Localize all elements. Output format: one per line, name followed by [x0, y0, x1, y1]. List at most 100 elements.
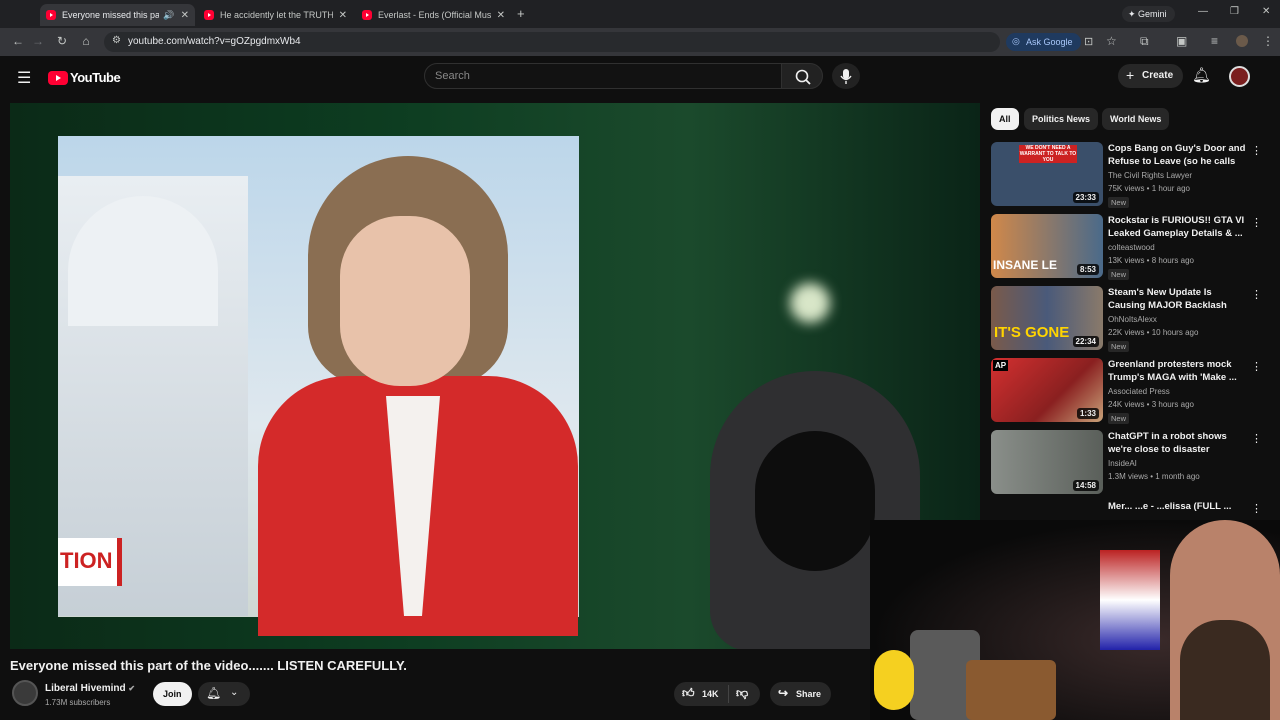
browser-tab-active[interactable]: Everyone missed this part o 🔊 ✕: [40, 4, 195, 26]
extensions-icon[interactable]: ⧉: [1140, 34, 1149, 49]
subscription-bell-button[interactable]: 🔔︎ ⌄: [198, 682, 250, 706]
close-tab-icon[interactable]: ✕: [181, 10, 189, 21]
voice-search-button[interactable]: [832, 63, 860, 89]
bookmark-star-icon[interactable]: ☆: [1106, 34, 1117, 48]
browser-tab[interactable]: Everlast - Ends (Official Music V ✕: [356, 4, 511, 26]
channel-name[interactable]: Liberal Hivemind ✔: [45, 683, 135, 694]
recommended-meta: 13K views • 8 hours ago: [1108, 256, 1194, 265]
tab-title: Everlast - Ends (Official Music V: [378, 10, 491, 20]
streamer-beard: [1180, 620, 1270, 720]
recommended-title[interactable]: Rockstar is FURIOUS!! GTA VI Leaked Game…: [1108, 214, 1248, 240]
reload-icon[interactable]: ↻: [54, 34, 70, 48]
browser-tab-strip: Everyone missed this part o 🔊 ✕ He accid…: [0, 0, 1280, 28]
recommended-title[interactable]: Steam's New Update Is Causing MAJOR Back…: [1108, 286, 1248, 312]
gemini-label: Gemini: [1138, 9, 1167, 19]
verified-icon: ✔: [128, 684, 136, 693]
browser-menu-icon[interactable]: ⋮: [1262, 34, 1274, 48]
notifications-bell-icon[interactable]: 🔔︎: [1192, 66, 1211, 84]
recommended-channel[interactable]: The Civil Rights Lawyer: [1108, 171, 1192, 180]
more-actions-icon[interactable]: ⋮: [1251, 144, 1262, 157]
like-dislike-group: 👍︎ 14K 👎︎: [674, 682, 760, 706]
youtube-logo[interactable]: YouTube: [48, 70, 121, 85]
share-label: Share: [796, 689, 822, 699]
minimize-icon[interactable]: —: [1198, 6, 1208, 17]
recommended-channel[interactable]: InsideAI: [1108, 459, 1137, 468]
recommended-video[interactable]: AP 1:33 Greenland protesters mock Trump's…: [991, 358, 1262, 424]
video-duration: 8:53: [1076, 264, 1099, 275]
speaker-icon[interactable]: 🔊: [163, 10, 174, 21]
back-icon[interactable]: ←: [10, 34, 26, 48]
share-button[interactable]: ↪ Share: [770, 682, 832, 706]
join-button[interactable]: Join: [153, 682, 192, 706]
media-control-icon[interactable]: ≡: [1211, 34, 1218, 48]
background-light: [790, 283, 830, 323]
video-thumbnail[interactable]: AP 1:33: [991, 358, 1103, 422]
ask-google-label: Ask Google: [1026, 37, 1073, 47]
channel-avatar[interactable]: [12, 680, 38, 706]
webcam-overlay: [870, 500, 1280, 720]
video-thumbnail[interactable]: WE DON'T NEED A WARRANT TO TALK TO YOU 23…: [991, 142, 1103, 206]
gemini-icon: ✦: [1128, 9, 1139, 19]
recommended-channel[interactable]: Associated Press: [1108, 387, 1170, 396]
recommended-meta: 1.3M views • 1 month ago: [1108, 472, 1200, 481]
account-avatar[interactable]: [1229, 66, 1250, 87]
thumbs-up-icon[interactable]: 👍︎: [682, 686, 695, 701]
like-count[interactable]: 14K: [702, 689, 719, 699]
video-player[interactable]: TION: [10, 103, 980, 649]
close-tab-icon[interactable]: ✕: [497, 10, 505, 21]
home-icon[interactable]: ⌂: [78, 34, 94, 48]
youtube-wordmark: YouTube: [70, 70, 121, 85]
video-thumbnail[interactable]: IT'S GONE 22:34: [991, 286, 1103, 350]
recommended-channel[interactable]: OhNoItsAlexx: [1108, 315, 1157, 324]
maximize-icon[interactable]: ❐: [1230, 6, 1239, 17]
video-thumbnail[interactable]: 14:58: [991, 430, 1103, 494]
recommended-meta: 24K views • 3 hours ago: [1108, 400, 1194, 409]
channel-name-text: Liberal Hivemind: [45, 683, 126, 694]
ask-google-button[interactable]: ◎ Ask Google: [1006, 33, 1081, 51]
more-actions-icon[interactable]: ⋮: [1251, 288, 1262, 301]
chip-politics-news[interactable]: Politics News: [1024, 108, 1099, 130]
search-icon: [795, 69, 811, 85]
profile-avatar[interactable]: [1236, 35, 1248, 47]
address-bar[interactable]: ⚙ youtube.com/watch?v=gOZpgdmxWb4: [104, 32, 1000, 52]
side-panel-icon[interactable]: ▣: [1176, 34, 1187, 48]
new-badge: New: [1108, 341, 1130, 352]
recommended-video[interactable]: 14:58 ChatGPT in a robot shows we're clo…: [991, 430, 1262, 494]
hamburger-menu-icon[interactable]: ☰: [17, 68, 31, 88]
recommended-video[interactable]: WE DON'T NEED A WARRANT TO TALK TO YOU 23…: [991, 142, 1262, 208]
chip-all[interactable]: All: [991, 108, 1019, 130]
tab-title: He accidently let the TRUTH SL: [220, 10, 333, 20]
install-app-icon[interactable]: ⊡: [1084, 35, 1093, 48]
gemini-button[interactable]: ✦ Gemini: [1122, 6, 1175, 22]
radio: [966, 660, 1056, 720]
thumbnail-caption: INSANE LE: [993, 258, 1058, 272]
create-button[interactable]: + Create: [1118, 64, 1184, 88]
forward-icon[interactable]: →: [30, 34, 46, 48]
video-duration: 1:33: [1076, 408, 1099, 419]
rubber-duck: [874, 650, 914, 710]
youtube-favicon-icon: [46, 10, 56, 20]
more-actions-icon[interactable]: ⋮: [1251, 432, 1262, 445]
search-button[interactable]: [781, 63, 823, 89]
flag: [1100, 550, 1160, 650]
more-actions-icon[interactable]: ⋮: [1251, 360, 1262, 373]
close-window-icon[interactable]: ✕: [1262, 6, 1270, 17]
chip-world-news[interactable]: World News: [1102, 108, 1170, 130]
recommended-video[interactable]: IT'S GONE 22:34 Steam's New Update Is Cau…: [991, 286, 1262, 352]
search-input[interactable]: Search: [424, 63, 782, 89]
recommended-title[interactable]: Greenland protesters mock Trump's MAGA w…: [1108, 358, 1248, 384]
video-thumbnail[interactable]: INSANE LE 8:53: [991, 214, 1103, 278]
more-actions-icon[interactable]: ⋮: [1251, 216, 1262, 229]
divider: [728, 685, 729, 703]
site-info-icon[interactable]: ⚙: [112, 35, 121, 46]
thumbs-down-icon[interactable]: 👎︎: [736, 686, 748, 701]
recommended-title[interactable]: Cops Bang on Guy's Door and Refuse to Le…: [1108, 142, 1248, 168]
new-badge: New: [1108, 413, 1130, 424]
close-tab-icon[interactable]: ✕: [339, 10, 347, 21]
recommended-title[interactable]: ChatGPT in a robot shows we're close to …: [1108, 430, 1248, 456]
recommended-video[interactable]: INSANE LE 8:53 Rockstar is FURIOUS!! GTA …: [991, 214, 1262, 280]
share-arrow-icon: ↪: [778, 686, 789, 700]
recommended-channel[interactable]: colteastwood: [1108, 243, 1155, 252]
browser-tab[interactable]: He accidently let the TRUTH SL ✕: [198, 4, 353, 26]
new-tab-button[interactable]: +: [517, 6, 525, 21]
